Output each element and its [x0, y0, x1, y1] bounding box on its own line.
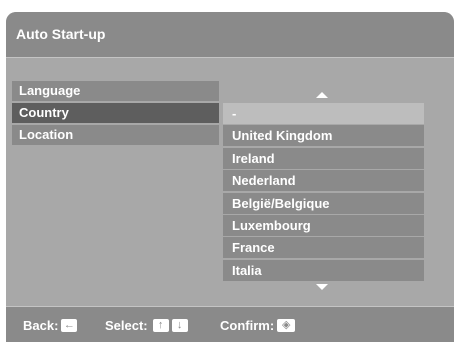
scroll-up-icon[interactable]	[316, 92, 328, 98]
page-title: Auto Start-up	[16, 26, 106, 42]
country-list: - United Kingdom Ireland Nederland Belgi…	[223, 103, 424, 282]
back-label: Back:	[23, 318, 59, 333]
back-hint: Back: ←	[23, 318, 78, 333]
menu-item-language[interactable]: Language	[12, 81, 219, 101]
list-item[interactable]: België/Belgique	[223, 192, 424, 214]
list-item[interactable]: -	[223, 103, 424, 124]
center-confirm-key-icon: ◈	[277, 319, 296, 332]
list-item[interactable]: Nederland	[223, 170, 424, 192]
select-hint: Select: ↑ ↓	[105, 318, 188, 333]
select-label: Select:	[105, 318, 148, 333]
menu-item-location[interactable]: Location	[12, 125, 219, 145]
up-arrow-key-icon: ↑	[152, 319, 169, 332]
auto-startup-screen: Auto Start-up Language Country Location …	[6, 12, 454, 342]
list-item[interactable]: Ireland	[223, 147, 424, 169]
list-item[interactable]: France	[223, 237, 424, 259]
list-item[interactable]: Italia	[223, 259, 424, 281]
confirm-label: Confirm:	[220, 318, 275, 333]
down-arrow-key-icon: ↓	[171, 319, 188, 332]
list-item[interactable]: United Kingdom	[223, 125, 424, 147]
title-bar: Auto Start-up	[6, 12, 454, 58]
confirm-hint: Confirm: ◈	[220, 318, 296, 333]
settings-menu: Language Country Location	[12, 81, 219, 147]
menu-item-country[interactable]: Country	[12, 103, 219, 123]
left-arrow-key-icon: ←	[61, 319, 78, 332]
scroll-down-icon[interactable]	[316, 284, 328, 290]
list-item[interactable]: Luxembourg	[223, 214, 424, 236]
footer-hints: Back: ← Select: ↑ ↓ Confirm: ◈	[6, 306, 454, 342]
